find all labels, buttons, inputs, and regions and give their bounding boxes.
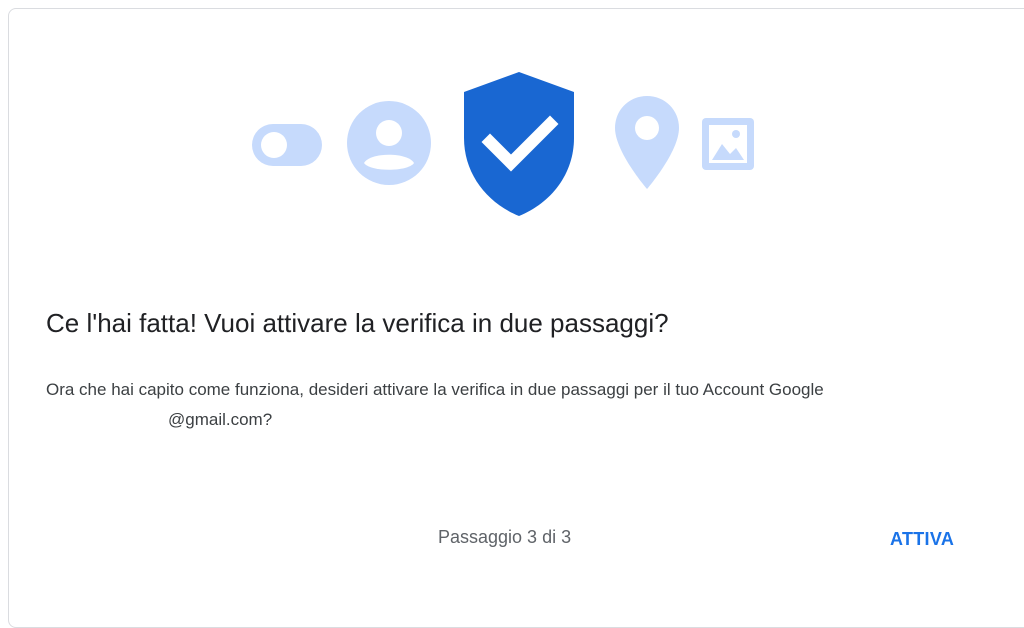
location-pin-icon — [615, 96, 679, 189]
activate-button[interactable]: ATTIVA — [876, 518, 968, 560]
dialog-title: Ce l'hai fatta! Vuoi attivare la verific… — [46, 308, 669, 338]
toggle-icon — [252, 124, 322, 166]
illustration-banner — [0, 0, 1024, 240]
description-text: Ora che hai capito come funziona, deside… — [46, 380, 824, 399]
step-indicator: Passaggio 3 di 3 — [438, 527, 572, 547]
account-icon — [347, 101, 431, 185]
shield-check-icon — [464, 72, 574, 216]
dialog-description: Ora che hai capito come funziona, deside… — [46, 375, 946, 435]
image-icon — [702, 118, 754, 170]
email-suffix: @gmail.com? — [168, 410, 273, 429]
